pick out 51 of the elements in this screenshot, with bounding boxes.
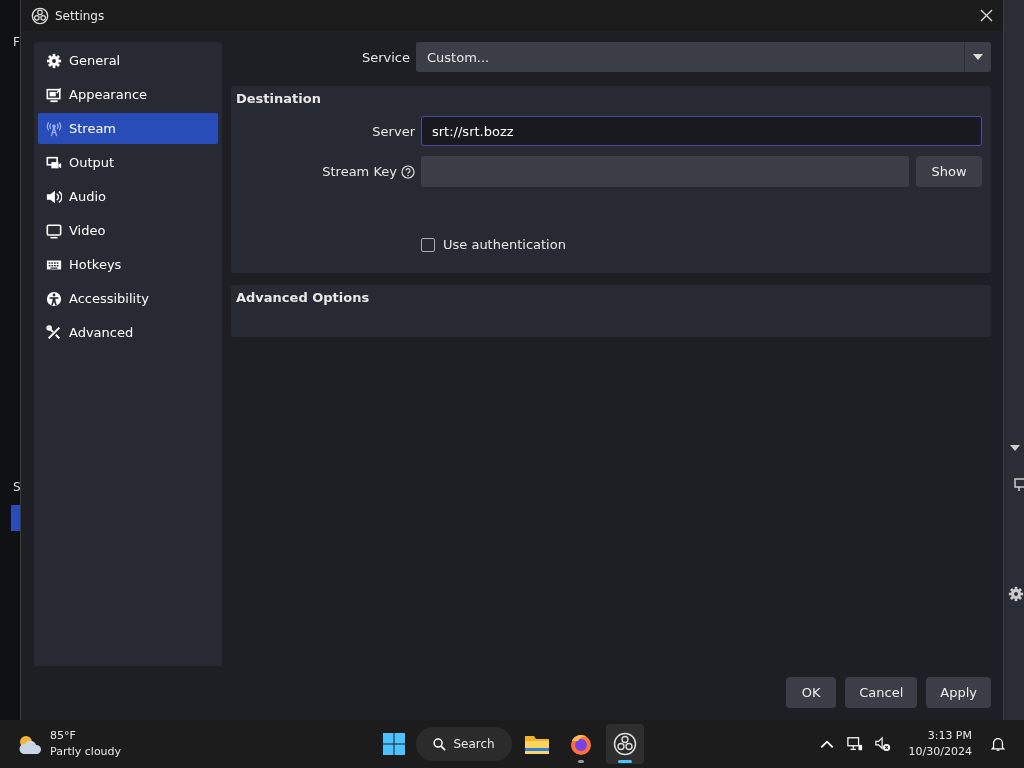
- antenna-icon: [46, 120, 62, 137]
- help-icon[interactable]: [401, 164, 415, 179]
- speaker-icon: [46, 188, 62, 205]
- weather-condition: Partly cloudy: [50, 744, 122, 760]
- checkbox[interactable]: [421, 237, 435, 252]
- sidebar-item[interactable]: Advanced: [38, 317, 218, 348]
- sidebar-item[interactable]: Accessibility: [38, 283, 218, 314]
- sidebar-item[interactable]: Stream: [38, 113, 218, 144]
- monitor-brush-icon: [46, 86, 62, 103]
- sidebar-item[interactable]: Video: [38, 215, 218, 246]
- bell-icon[interactable]: [990, 736, 1006, 752]
- caret-icon: [1010, 445, 1020, 451]
- gear-icon[interactable]: [1008, 586, 1024, 602]
- screen-icon[interactable]: [1014, 478, 1024, 492]
- search-icon: [433, 737, 447, 751]
- field-label: Server: [371, 123, 415, 139]
- sidebar-item[interactable]: Output: [38, 147, 218, 178]
- window-title: Settings: [55, 8, 106, 23]
- field-label: Stream Key: [322, 164, 397, 179]
- background-selection: [11, 505, 20, 531]
- field-label: Service: [360, 49, 410, 65]
- tools-icon: [46, 324, 62, 341]
- app-logo-icon: [31, 6, 49, 25]
- checkbox-label: Use authentication: [443, 237, 566, 252]
- close-icon[interactable]: [980, 9, 993, 22]
- camera-screen-icon: [46, 154, 62, 171]
- server-field[interactable]: srt://srt.bozz: [421, 116, 982, 146]
- sidebar-item[interactable]: General: [38, 45, 218, 76]
- sidebar-item[interactable]: Audio: [38, 181, 218, 212]
- search-box[interactable]: Search: [416, 727, 512, 761]
- person-icon: [46, 290, 62, 307]
- app-logo-icon: [612, 732, 638, 756]
- taskbar-app[interactable]: [606, 724, 644, 764]
- gear-icon: [46, 52, 62, 69]
- group-title: Destination: [236, 91, 322, 106]
- temperature: 85°F: [50, 728, 77, 744]
- group-title: Advanced Options: [236, 290, 371, 305]
- cancel-button[interactable]: Cancel: [845, 677, 918, 708]
- ok-button[interactable]: OK: [786, 677, 837, 708]
- service-dropdown[interactable]: Custom...: [416, 42, 991, 72]
- sidebar-item[interactable]: Appearance: [38, 79, 218, 110]
- network-icon[interactable]: [846, 736, 863, 752]
- background-text: F: [13, 35, 20, 49]
- apply-button[interactable]: Apply: [926, 677, 991, 708]
- clock-time[interactable]: 3:13 PM: [927, 728, 972, 744]
- show-button[interactable]: Show: [916, 156, 982, 187]
- clock-date[interactable]: 10/30/2024: [908, 744, 972, 760]
- muted-speaker-icon[interactable]: [874, 736, 891, 752]
- monitor-icon: [46, 222, 62, 239]
- background-text: S: [13, 480, 21, 494]
- sidebar-item[interactable]: Hotkeys: [38, 249, 218, 280]
